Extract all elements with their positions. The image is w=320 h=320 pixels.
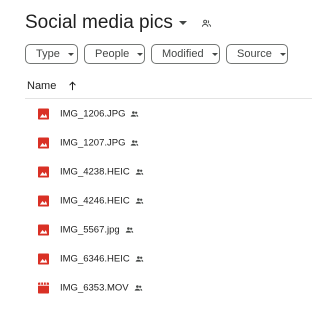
divider [25, 98, 312, 99]
filter-source-label: Source [237, 48, 272, 60]
shared-icon [135, 167, 144, 176]
filter-type-label: Type [36, 48, 60, 60]
file-name: IMG_6346.HEIC [60, 253, 130, 264]
shared-icon [125, 225, 134, 234]
caret-down-icon[interactable] [178, 21, 187, 25]
arrow-up-icon[interactable] [68, 81, 77, 91]
name-column-header[interactable]: Name [27, 80, 77, 92]
file-row[interactable]: IMG_4246.HEIC [25, 187, 312, 214]
shared-icon [130, 109, 139, 118]
name-column-label: Name [27, 80, 57, 92]
file-row[interactable]: IMG_1206.JPG [25, 100, 312, 127]
file-name-cell: IMG_4238.HEIC [60, 166, 144, 177]
shared-icon [134, 283, 143, 292]
file-name-cell: IMG_1207.JPG [60, 137, 139, 148]
image-file-icon [38, 137, 49, 148]
file-row[interactable]: IMG_1207.JPG [25, 129, 312, 156]
image-file-icon [38, 166, 49, 177]
chevron-down-icon [279, 52, 286, 56]
shared-folder-icon[interactable] [201, 18, 212, 29]
filter-type-chip[interactable]: Type [25, 44, 78, 64]
filter-people-chip[interactable]: People [84, 44, 145, 64]
page-title[interactable]: Social media pics [25, 12, 173, 34]
file-name-cell: IMG_6353.MOV [60, 282, 143, 293]
image-file-icon [38, 195, 49, 206]
file-name: IMG_1206.JPG [60, 108, 126, 119]
filter-people-label: People [95, 48, 130, 60]
file-name-cell: IMG_4246.HEIC [60, 195, 144, 206]
file-row[interactable]: IMG_6353.MOV [25, 274, 312, 301]
video-file-icon [38, 282, 49, 293]
image-file-icon [38, 253, 49, 264]
file-row[interactable]: IMG_5567.jpg [25, 216, 312, 243]
shared-icon [135, 196, 144, 205]
file-name: IMG_4246.HEIC [60, 195, 130, 206]
filter-modified-chip[interactable]: Modified [151, 44, 220, 64]
filter-modified-label: Modified [162, 48, 204, 60]
file-name: IMG_6353.MOV [60, 282, 129, 293]
chevron-down-icon [67, 52, 74, 56]
file-name-cell: IMG_1206.JPG [60, 108, 139, 119]
file-name: IMG_5567.jpg [60, 224, 120, 235]
file-row[interactable]: IMG_6346.HEIC [25, 245, 312, 272]
shared-icon [135, 254, 144, 263]
file-name: IMG_4238.HEIC [60, 166, 130, 177]
filter-source-chip[interactable]: Source [226, 44, 288, 64]
folder-header: Social media pics [25, 10, 212, 36]
chevron-down-icon [211, 52, 218, 56]
filter-chips: Type People Modified Source [25, 44, 288, 64]
drive-folder-view: Social media pics Type People Modified S… [0, 0, 312, 320]
image-file-icon [38, 224, 49, 235]
file-name-cell: IMG_5567.jpg [60, 224, 134, 235]
file-name: IMG_1207.JPG [60, 137, 126, 148]
image-file-icon [38, 108, 49, 119]
shared-icon [130, 138, 139, 147]
chevron-down-icon [137, 52, 144, 56]
file-row[interactable]: IMG_4238.HEIC [25, 158, 312, 185]
file-name-cell: IMG_6346.HEIC [60, 253, 144, 264]
